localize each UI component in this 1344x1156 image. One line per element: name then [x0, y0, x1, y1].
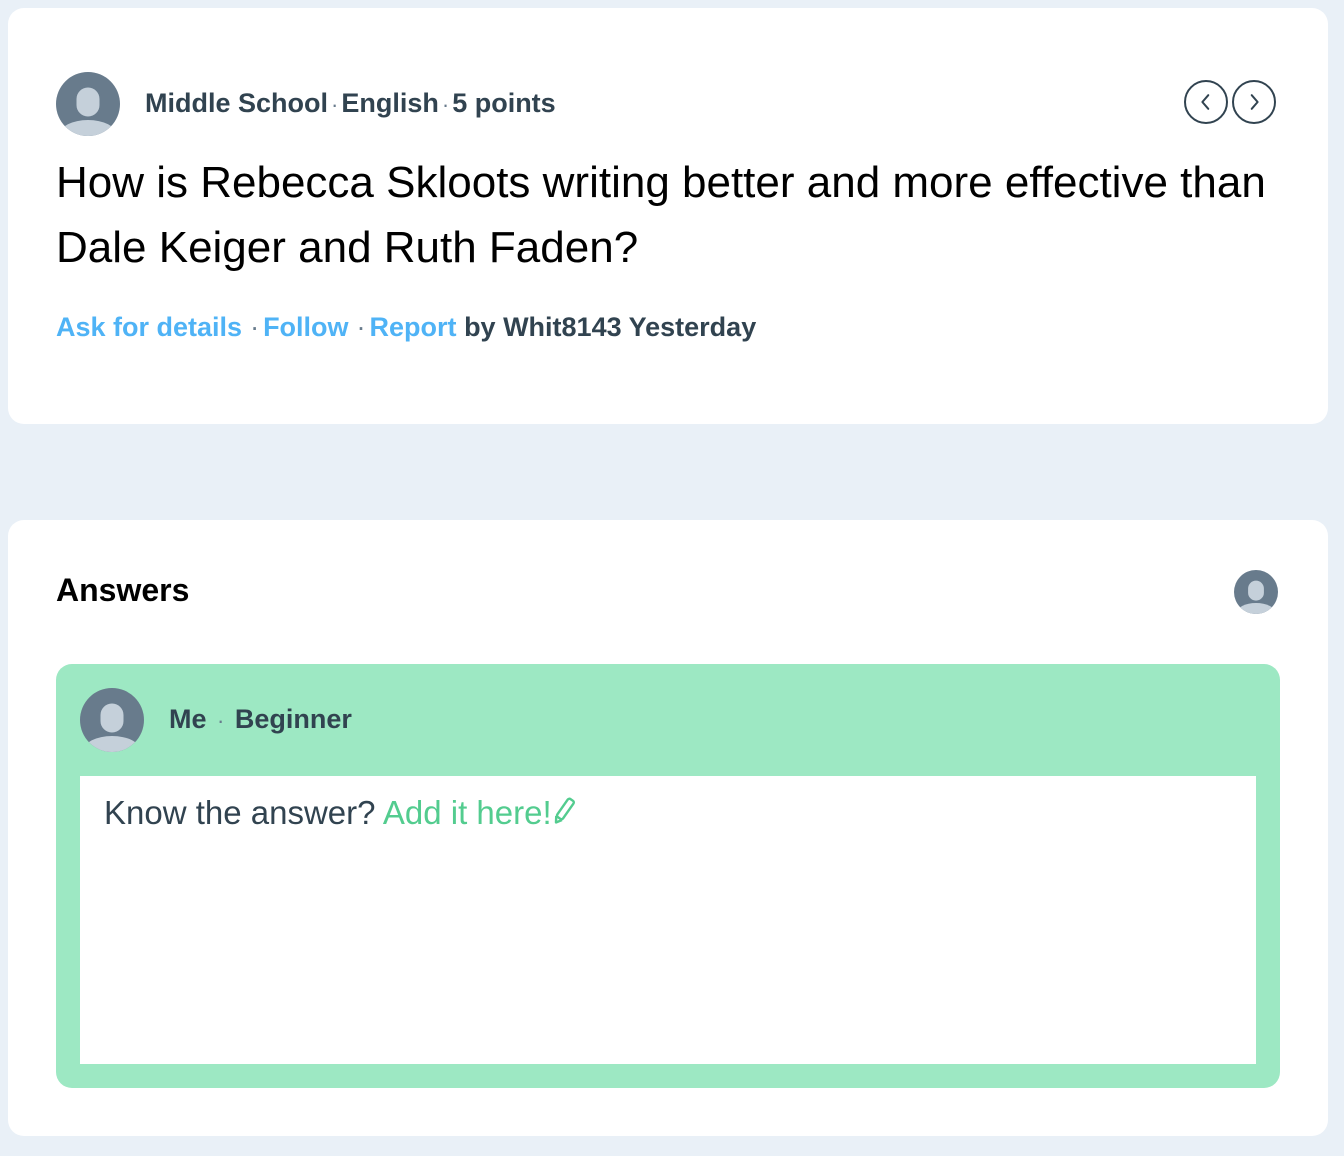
add-answer-link[interactable]: Add it here!	[383, 794, 576, 831]
action-separator: ·	[250, 312, 260, 342]
user-silhouette-icon	[84, 700, 140, 752]
question-points: 5 points	[452, 88, 556, 118]
answerer-info: Me · Beginner	[169, 704, 352, 735]
question-actions: Ask for details · Follow · Report by Whit814…	[56, 312, 756, 343]
asker-avatar[interactable]	[56, 72, 120, 136]
ask-for-details-link[interactable]: Ask for details	[56, 312, 242, 342]
user-silhouette-icon	[60, 84, 116, 136]
meta-separator: ·	[441, 92, 450, 117]
answerer-separator: ·	[217, 708, 225, 733]
author-line: by Whit8143 Yesterday	[464, 312, 757, 342]
answerer-name: Me	[169, 704, 207, 734]
chevron-left-icon	[1201, 94, 1210, 110]
report-link[interactable]: Report	[370, 312, 457, 342]
question-text: How is Rebecca Skloots writing better an…	[56, 158, 1266, 272]
user-silhouette-icon	[1236, 578, 1276, 614]
answers-title: Answers	[56, 572, 190, 608]
question-card: Middle School · English · 5 points How is Re…	[8, 8, 1328, 424]
question-meta: Middle School · English · 5 points	[145, 88, 556, 119]
add-answer-label: Add it here!	[382, 794, 552, 831]
answers-card: Answers Me · Beginner Know the answer? A…	[8, 520, 1328, 1136]
answerer-rank: Beginner	[234, 704, 352, 734]
answer-prompt-question: Know the answer?	[104, 794, 376, 831]
chevron-right-icon	[1250, 94, 1259, 110]
question-level[interactable]: Middle School	[145, 88, 328, 118]
current-user-avatar[interactable]	[1234, 570, 1278, 614]
next-question-button[interactable]	[1232, 80, 1276, 124]
answer-prompt: Know the answer? Add it here!	[104, 794, 576, 832]
answerer-avatar	[80, 688, 144, 752]
follow-link[interactable]: Follow	[263, 312, 348, 342]
question-subject[interactable]: English	[341, 88, 439, 118]
pencil-icon	[552, 796, 576, 826]
action-separator: ·	[356, 312, 366, 342]
meta-separator: ·	[331, 92, 339, 117]
answer-input-area[interactable]: Know the answer? Add it here!	[80, 776, 1256, 1064]
answer-composer: Me · Beginner Know the answer? Add it he…	[56, 664, 1280, 1088]
previous-question-button[interactable]	[1184, 80, 1228, 124]
